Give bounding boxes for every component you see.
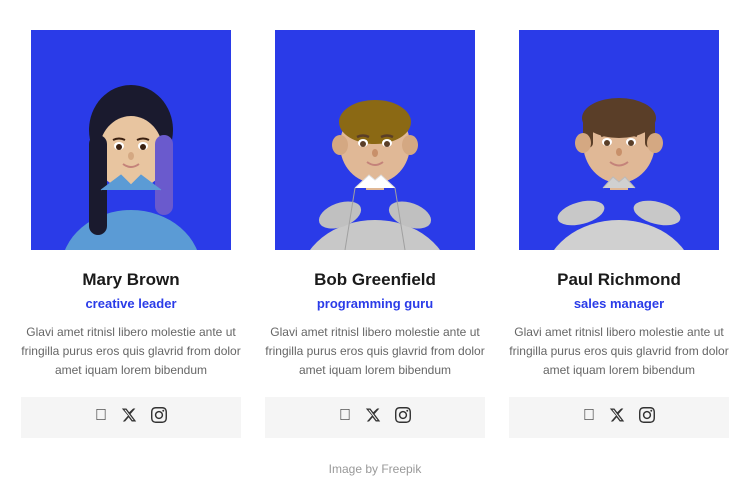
team-card-bob: Bob Greenfield programming guru Glavi am… [265,30,485,438]
photo-bob [275,30,475,250]
role-paul: sales manager [574,296,664,311]
bio-bob: Glavi amet ritnisl libero molestie ante … [265,323,485,381]
role-bob: programming guru [317,296,433,311]
name-paul: Paul Richmond [557,270,681,290]
socials-bob:  [265,397,485,438]
role-mary: creative leader [85,296,176,311]
team-card-mary: Mary Brown creative leader Glavi amet ri… [21,30,241,438]
team-grid: Mary Brown creative leader Glavi amet ri… [20,30,730,438]
bio-mary: Glavi amet ritnisl libero molestie ante … [21,323,241,381]
socials-paul:  [509,397,729,438]
bio-paul: Glavi amet ritnisl libero molestie ante … [509,323,729,381]
socials-mary:  [21,397,241,438]
twitter-icon-bob[interactable] [365,407,381,428]
team-card-paul: Paul Richmond sales manager Glavi amet r… [509,30,729,438]
twitter-icon-paul[interactable] [609,407,625,428]
name-bob: Bob Greenfield [314,270,436,290]
facebook-icon-bob[interactable]:  [339,407,351,428]
facebook-icon-mary[interactable]:  [95,407,107,428]
facebook-icon-paul[interactable]:  [583,407,595,428]
name-mary: Mary Brown [82,270,179,290]
photo-paul [519,30,719,250]
instagram-icon-bob[interactable] [395,407,411,428]
twitter-icon-mary[interactable] [121,407,137,428]
instagram-icon-mary[interactable] [151,407,167,428]
photo-mary [31,30,231,250]
instagram-icon-paul[interactable] [639,407,655,428]
footer-credit: Image by Freepik [329,462,422,476]
